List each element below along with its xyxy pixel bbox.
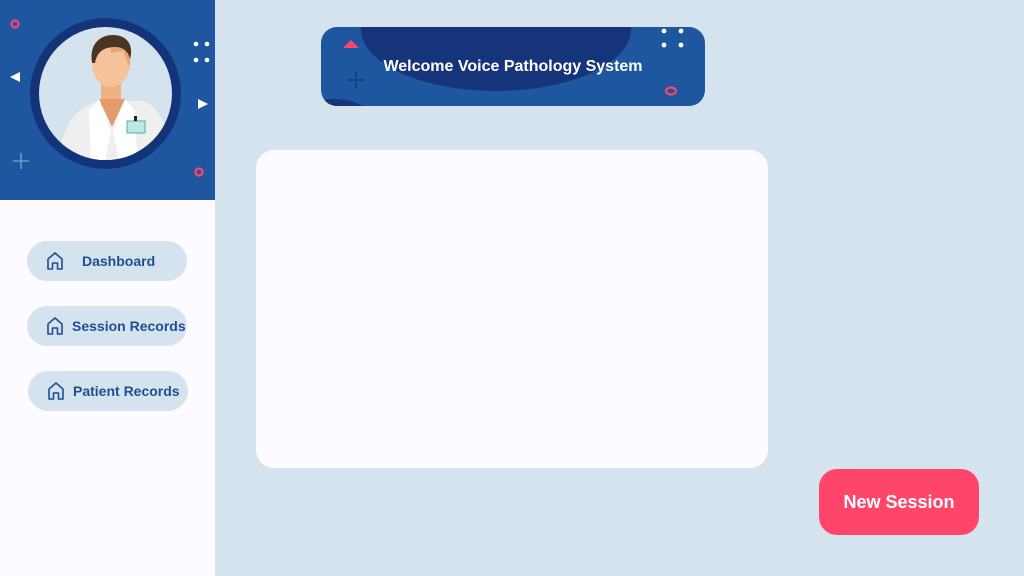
dots-decoration-icon (193, 41, 210, 63)
page-title: Welcome Voice Pathology System (383, 58, 643, 75)
sidebar-item-dashboard[interactable]: Dashboard (27, 241, 187, 281)
profile-header (0, 0, 215, 200)
doctor-avatar-icon (59, 35, 171, 160)
content-panel (256, 150, 768, 468)
home-icon (48, 382, 64, 400)
sidebar-item-label: Session Records (72, 318, 186, 334)
plus-decoration-icon (13, 153, 29, 169)
arrow-right-icon[interactable] (197, 98, 209, 110)
arrow-left-icon[interactable] (9, 71, 21, 83)
home-icon (47, 317, 63, 335)
avatar (30, 18, 181, 169)
welcome-banner: Welcome Voice Pathology System (321, 27, 705, 106)
sidebar: Dashboard Session Records Patient Record… (0, 0, 215, 576)
avatar-frame (39, 27, 172, 160)
ring-decoration-icon (194, 167, 204, 177)
sidebar-item-label: Dashboard (82, 253, 156, 269)
sidebar-item-session-records[interactable]: Session Records (27, 306, 187, 346)
ring-decoration-icon (10, 19, 20, 29)
sidebar-item-patient-records[interactable]: Patient Records (28, 371, 188, 411)
home-icon (47, 252, 63, 270)
new-session-button[interactable]: New Session (819, 469, 979, 535)
sidebar-item-label: Patient Records (73, 383, 180, 399)
